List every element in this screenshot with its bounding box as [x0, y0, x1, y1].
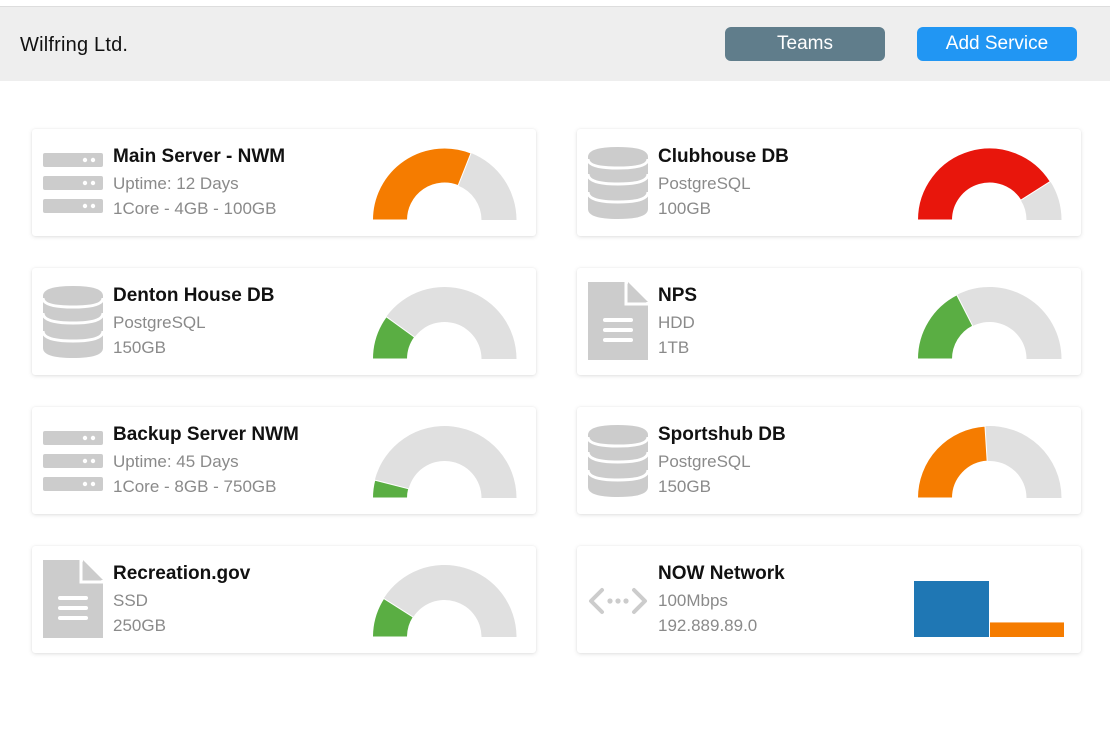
- service-detail-2: 250GB: [113, 616, 166, 635]
- service-name: Main Server - NWM: [113, 146, 286, 167]
- gauge-used: [917, 425, 988, 498]
- service-detail-2: 1Core - 4GB - 100GB: [113, 199, 277, 218]
- service-detail-2: 1Core - 8GB - 750GB: [113, 477, 277, 496]
- database-icon: [41, 286, 105, 358]
- company-name: Wilfring Ltd.: [20, 34, 129, 56]
- usage-gauge: [372, 147, 517, 220]
- server-icon: [43, 425, 103, 497]
- service-detail-1: PostgreSQL: [658, 452, 751, 471]
- gauge-used: [372, 147, 472, 220]
- service-card[interactable]: Main Server - NWM Uptime: 12 Days 1Core - …: [32, 129, 536, 236]
- service-card[interactable]: Clubhouse DB PostgreSQL 100GB: [577, 129, 1081, 236]
- service-name: Recreation.gov: [113, 563, 251, 584]
- document-icon: [588, 282, 648, 360]
- document-icon: [43, 560, 103, 638]
- usage-gauge: [917, 287, 1062, 359]
- add-service-button[interactable]: Add Service: [917, 27, 1077, 61]
- network-icon: [588, 564, 648, 636]
- service-card[interactable]: Recreation.gov SSD 250GB: [32, 546, 536, 653]
- service-name: NPS: [658, 285, 698, 306]
- service-detail-1: Uptime: 12 Days: [113, 174, 239, 193]
- service-card[interactable]: Sportshub DB PostgreSQL 150GB: [577, 407, 1081, 514]
- gauge-remaining: [984, 426, 1062, 498]
- service-card[interactable]: NPS HDD 1TB: [577, 268, 1081, 375]
- gauge-remaining: [956, 287, 1062, 359]
- database-icon: [586, 147, 650, 219]
- service-name: Clubhouse DB: [658, 146, 789, 167]
- network-bar: [990, 622, 1064, 637]
- service-detail-1: Uptime: 45 Days: [113, 452, 239, 471]
- usage-gauge: [372, 287, 517, 359]
- service-detail-2: 192.889.89.0: [658, 616, 758, 635]
- service-detail-2: 150GB: [658, 477, 711, 496]
- service-name: Sportshub DB: [658, 424, 786, 445]
- service-card[interactable]: NOW Network 100Mbps 192.889.89.0: [577, 546, 1081, 653]
- service-detail-1: 100Mbps: [658, 591, 728, 610]
- server-icon: [43, 147, 103, 219]
- service-detail-1: PostgreSQL: [658, 174, 751, 193]
- service-card[interactable]: Backup Server NWM Uptime: 45 Days 1Core - …: [32, 407, 536, 514]
- usage-gauge: [917, 425, 1062, 498]
- service-card[interactable]: Denton House DB PostgreSQL 150GB: [32, 268, 536, 375]
- service-name: Backup Server NWM: [113, 424, 299, 445]
- usage-gauge: [372, 426, 517, 498]
- service-detail-2: 100GB: [658, 199, 711, 218]
- service-name: Denton House DB: [113, 285, 275, 306]
- service-detail-2: 1TB: [658, 338, 690, 357]
- usage-gauge: [372, 565, 517, 637]
- database-icon: [586, 425, 650, 497]
- network-bar: [914, 581, 989, 637]
- teams-button[interactable]: Teams: [725, 27, 885, 61]
- service-name: NOW Network: [658, 563, 785, 584]
- service-detail-2: 150GB: [113, 338, 166, 357]
- service-detail-1: PostgreSQL: [113, 313, 206, 332]
- top-bar: Wilfring Ltd. Teams Add Service: [0, 6, 1110, 81]
- service-detail-1: HDD: [658, 313, 695, 332]
- service-detail-1: SSD: [113, 591, 148, 610]
- network-bar-chart: [914, 581, 1064, 637]
- usage-gauge: [917, 147, 1062, 220]
